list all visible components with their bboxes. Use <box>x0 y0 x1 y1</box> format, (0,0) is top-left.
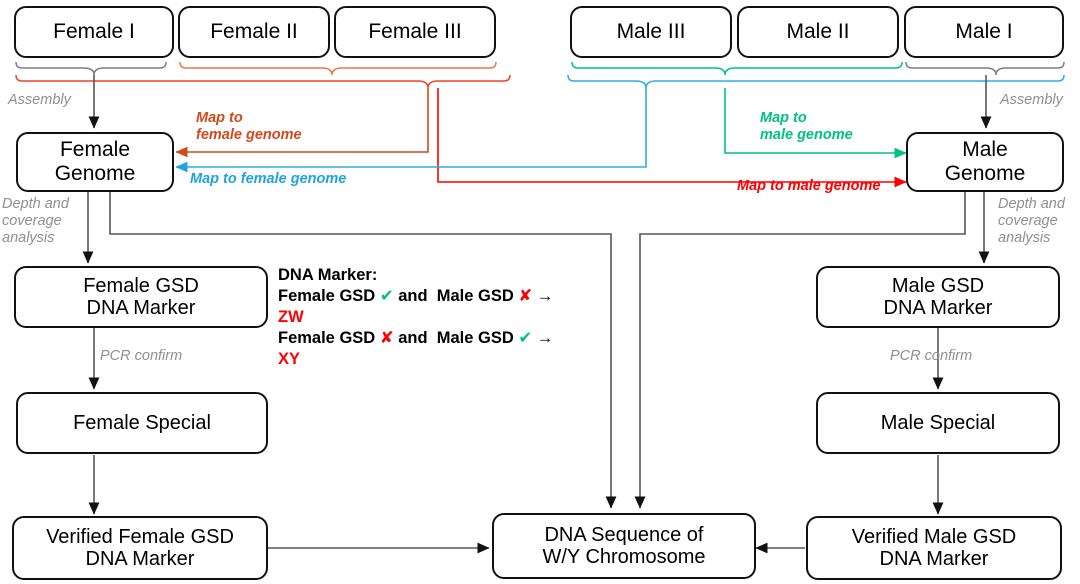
node-female-gsd-marker[interactable]: Female GSD DNA Marker <box>14 266 268 328</box>
sample-box-male-2[interactable]: Male II <box>737 6 899 58</box>
brace-male-all <box>567 74 1065 89</box>
legend-rule-2-female-cross-icon: ✘ <box>379 329 394 348</box>
node-label: Female GSD DNA Marker <box>83 274 199 319</box>
legend-rule-2-arrow-icon: → <box>536 329 554 348</box>
sample-label: Male I <box>955 20 1013 44</box>
node-label: Female Genome <box>54 138 136 185</box>
sample-label: Female II <box>210 20 298 44</box>
legend-heading: DNA Marker: <box>278 266 378 284</box>
node-label: Male GSD DNA Marker <box>883 274 993 319</box>
edge-label-depth-male: Depth and coverage analysis <box>998 196 1065 247</box>
sample-label: Male III <box>616 20 686 44</box>
legend-rule-2-male-check-icon: ✔ <box>518 329 533 348</box>
sample-box-female-2[interactable]: Female II <box>178 6 330 58</box>
node-label: Verified Female GSD DNA Marker <box>46 525 234 570</box>
node-male-special[interactable]: Male Special <box>816 392 1060 454</box>
node-label: Male Genome <box>944 138 1026 185</box>
edge-label-pcr-male: PCR confirm <box>890 348 973 364</box>
edge-label-map-to-male-genome-red: Map to male genome <box>737 178 881 194</box>
edge-label-map-to-female-genome-orange: Map to female genome <box>196 110 302 144</box>
node-female-genome[interactable]: Female Genome <box>16 132 174 192</box>
node-verified-female-marker[interactable]: Verified Female GSD DNA Marker <box>12 516 268 580</box>
legend-rule-1-male-cross-icon: ✘ <box>518 287 533 306</box>
node-label: Male Special <box>880 411 996 434</box>
brace-female-all <box>15 74 511 89</box>
legend-rule-1-result: ZW <box>278 308 304 327</box>
legend-rule-1-male-text: Male GSD <box>436 287 514 306</box>
brace-female-I <box>15 61 167 76</box>
legend-rule-1-arrow-icon: → <box>536 287 554 306</box>
legend-rule-1: Female GSD ✔ and Male GSD ✘ → <box>278 286 588 307</box>
node-label: Female Special <box>73 411 211 434</box>
edge-label-map-to-female-genome-blue: Map to female genome <box>190 171 347 187</box>
node-label: Verified Male GSD DNA Marker <box>851 525 1017 570</box>
sample-box-female-3[interactable]: Female III <box>334 6 496 58</box>
sample-label: Female I <box>53 20 135 44</box>
diagram-canvas: Female I Female II Female III Male III M… <box>0 0 1080 584</box>
node-male-gsd-marker[interactable]: Male GSD DNA Marker <box>816 266 1060 328</box>
node-dna-sequence[interactable]: DNA Sequence of W/Y Chromosome <box>492 513 756 579</box>
brace-male-III-II <box>571 61 903 76</box>
node-female-special[interactable]: Female Special <box>16 392 268 454</box>
dna-marker-legend: DNA Marker: Female GSD ✔ and Male GSD ✘ … <box>278 265 588 371</box>
legend-rule-2-conj: and <box>398 329 428 348</box>
edge-label-assembly-female: Assembly <box>8 92 71 108</box>
sample-box-male-1[interactable]: Male I <box>904 6 1064 58</box>
legend-rule-1-female-text: Female GSD <box>278 287 376 306</box>
brace-female-II-III <box>179 61 497 76</box>
node-male-genome[interactable]: Male Genome <box>906 132 1064 192</box>
node-label: DNA Sequence of W/Y Chromosome <box>542 523 706 568</box>
legend-rule-1-female-check-icon: ✔ <box>379 287 394 306</box>
edge-label-depth-female: Depth and coverage analysis <box>2 196 69 247</box>
legend-rule-2: Female GSD ✘ and Male GSD ✔ → <box>278 328 588 349</box>
edge-label-assembly-male: Assembly <box>1000 92 1063 108</box>
node-verified-male-marker[interactable]: Verified Male GSD DNA Marker <box>806 516 1062 580</box>
legend-rule-2-male-text: Male GSD <box>436 329 514 348</box>
legend-rule-2-female-text: Female GSD <box>278 329 376 348</box>
sample-label: Male II <box>786 20 850 44</box>
sample-label: Female III <box>368 20 462 44</box>
edge-label-pcr-female: PCR confirm <box>100 348 183 364</box>
legend-rule-1-conj: and <box>398 287 428 306</box>
edge-label-map-to-male-genome-green: Map to male genome <box>760 110 853 144</box>
legend-rule-2-result: XY <box>278 350 301 369</box>
sample-box-female-1[interactable]: Female I <box>14 6 174 58</box>
brace-male-I <box>905 61 1065 76</box>
sample-box-male-3[interactable]: Male III <box>570 6 732 58</box>
